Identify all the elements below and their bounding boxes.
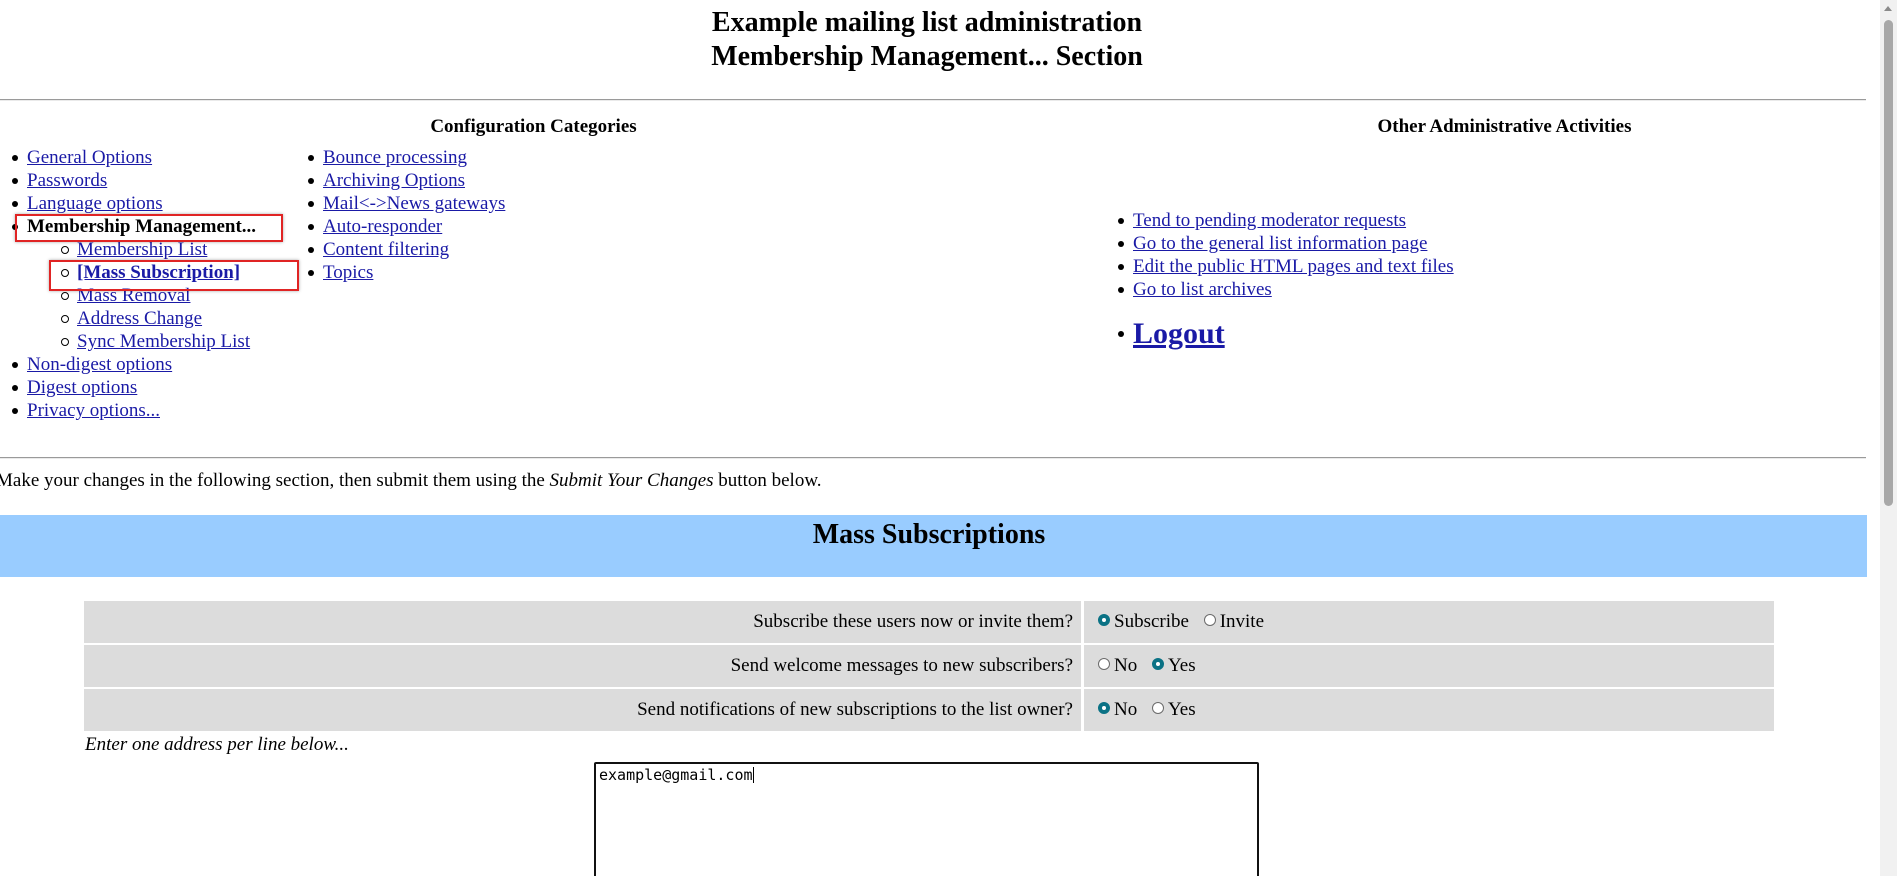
option-question: Send notifications of new subscriptions … — [84, 689, 1081, 731]
nav-item-archiving-options[interactable]: Archiving Options — [296, 169, 505, 192]
intro-after: button below. — [713, 470, 822, 491]
nav-item-membership-management: Membership Management... — [0, 215, 256, 238]
intro-emphasis: Submit Your Changes — [549, 470, 714, 491]
radio-label: Yes — [1167, 699, 1196, 720]
nav-subitem-mass-removal[interactable]: Mass Removal — [0, 284, 256, 307]
nav-link-passwords[interactable]: Passwords — [27, 170, 107, 191]
config-categories-title: Configuration Categories — [430, 116, 637, 137]
option-choices: Subscribe Invite — [1084, 601, 1774, 643]
top-divider — [0, 99, 1866, 101]
radio-button[interactable] — [1098, 702, 1110, 714]
option-row-subscribe-or-invite: Subscribe these users now or invite them… — [84, 601, 1774, 643]
option-row-welcome-messages: Send welcome messages to new subscribers… — [84, 645, 1774, 687]
text-caret — [752, 767, 754, 783]
radio-label: No — [1114, 655, 1138, 676]
link-list-archives[interactable]: Go to list archives — [1133, 279, 1272, 300]
scroll-up-arrow-icon[interactable] — [1884, 6, 1892, 11]
link-edit-html-pages[interactable]: Edit the public HTML pages and text file… — [1133, 256, 1454, 277]
nav-link-digest-options[interactable]: Digest options — [27, 377, 137, 398]
radio-button[interactable] — [1151, 658, 1164, 670]
radio-invite[interactable]: Invite — [1203, 611, 1265, 632]
link-general-list-info[interactable]: Go to the general list information page — [1133, 233, 1427, 254]
nav-subitem-sync-membership-list[interactable]: Sync Membership List — [0, 330, 256, 353]
activity-item-pending-requests[interactable]: Tend to pending moderator requests — [1106, 209, 1454, 232]
intro-before: Make your changes in the following secti… — [0, 470, 550, 491]
option-choices: No Yes — [1084, 689, 1774, 731]
nav-link-general-options[interactable]: General Options — [27, 147, 152, 168]
nav-subitem-address-change[interactable]: Address Change — [0, 307, 256, 330]
nav-link-mail-news-gateways[interactable]: Mail<->News gateways — [323, 193, 505, 214]
nav-item-passwords[interactable]: Passwords — [0, 169, 256, 192]
radio-notify-no[interactable]: No — [1098, 699, 1137, 720]
radio-button[interactable] — [1151, 702, 1164, 714]
nav-link-topics[interactable]: Topics — [323, 262, 373, 283]
radio-label: Subscribe — [1114, 611, 1189, 632]
option-question: Send welcome messages to new subscribers… — [84, 645, 1081, 687]
nav-item-bounce-processing[interactable]: Bounce processing — [296, 146, 505, 169]
nav-link-archiving-options[interactable]: Archiving Options — [323, 170, 465, 191]
other-activities-list: Tend to pending moderator requests Go to… — [1106, 209, 1454, 353]
nav-link-non-digest-options[interactable]: Non-digest options — [27, 354, 172, 375]
link-pending-moderator-requests[interactable]: Tend to pending moderator requests — [1133, 210, 1406, 231]
addresses-textarea[interactable]: example@gmail.com — [594, 762, 1259, 876]
logout-link[interactable]: Logout — [1133, 317, 1225, 350]
radio-button[interactable] — [1098, 658, 1110, 670]
config-nav-col1: General Options Passwords Language optio… — [0, 146, 256, 422]
activity-item-archives[interactable]: Go to list archives — [1106, 278, 1454, 301]
nav-item-mail-news-gateways[interactable]: Mail<->News gateways — [296, 192, 505, 215]
page-subtitle: Membership Management... Section — [711, 41, 1143, 72]
activity-item-edit-html[interactable]: Edit the public HTML pages and text file… — [1106, 255, 1454, 278]
nav-link-content-filtering[interactable]: Content filtering — [323, 239, 449, 260]
nav-current-membership-management: Membership Management... — [27, 216, 257, 237]
middle-divider — [0, 457, 1866, 459]
nav-link-sync-membership-list[interactable]: Sync Membership List — [77, 331, 250, 352]
intro-text: Make your changes in the following secti… — [0, 470, 822, 492]
radio-welcome-yes[interactable]: Yes — [1151, 655, 1196, 676]
nav-item-topics[interactable]: Topics — [296, 261, 505, 284]
radio-button[interactable] — [1098, 614, 1110, 626]
nav-item-privacy-options[interactable]: Privacy options... — [0, 399, 256, 422]
nav-link-mass-subscription[interactable]: [Mass Subscription] — [77, 262, 240, 283]
scrollbar-thumb[interactable] — [1884, 20, 1893, 506]
radio-label: Yes — [1167, 655, 1196, 676]
radio-label: No — [1114, 699, 1138, 720]
option-choices: No Yes — [1084, 645, 1774, 687]
activity-item-list-info[interactable]: Go to the general list information page — [1106, 232, 1454, 255]
addresses-instructions: Enter one address per line below... — [85, 734, 349, 755]
radio-button[interactable] — [1203, 614, 1216, 626]
nav-link-membership-list[interactable]: Membership List — [77, 239, 207, 260]
page-title: Example mailing list administration — [711, 7, 1143, 38]
nav-link-privacy-options[interactable]: Privacy options... — [27, 400, 160, 421]
page: Example mailing list administration Memb… — [0, 0, 1868, 876]
nav-link-address-change[interactable]: Address Change — [77, 308, 202, 329]
nav-item-language-options[interactable]: Language options — [0, 192, 256, 215]
page-header: Example mailing list administration Memb… — [0, 6, 1858, 74]
nav-item-content-filtering[interactable]: Content filtering — [296, 238, 505, 261]
nav-item-digest-options[interactable]: Digest options — [0, 376, 256, 399]
nav-link-language-options[interactable]: Language options — [27, 193, 163, 214]
nav-subitem-membership-list[interactable]: Membership List — [0, 238, 256, 261]
nav-item-general-options[interactable]: General Options — [0, 146, 256, 169]
vertical-scrollbar[interactable] — [1880, 0, 1897, 876]
other-activities-title: Other Administrative Activities — [1377, 116, 1632, 137]
radio-welcome-no[interactable]: No — [1098, 655, 1137, 676]
nav-item-auto-responder[interactable]: Auto-responder — [296, 215, 505, 238]
radio-subscribe[interactable]: Subscribe — [1098, 611, 1189, 632]
section-title: Mass Subscriptions — [812, 519, 1046, 550]
option-row-owner-notifications: Send notifications of new subscriptions … — [84, 689, 1774, 731]
nav-subitem-mass-subscription[interactable]: [Mass Subscription] — [0, 261, 256, 284]
addresses-text: example@gmail.com — [599, 766, 753, 784]
nav-item-non-digest-options[interactable]: Non-digest options — [0, 353, 256, 376]
activity-item-logout[interactable]: Logout — [1106, 315, 1454, 353]
radio-notify-yes[interactable]: Yes — [1151, 699, 1196, 720]
config-nav-col2: Bounce processing Archiving Options Mail… — [296, 146, 505, 284]
nav-link-auto-responder[interactable]: Auto-responder — [323, 216, 442, 237]
nav-link-mass-removal[interactable]: Mass Removal — [77, 285, 190, 306]
radio-label: Invite — [1219, 611, 1265, 632]
nav-link-bounce-processing[interactable]: Bounce processing — [323, 147, 467, 168]
option-question: Subscribe these users now or invite them… — [84, 601, 1081, 643]
